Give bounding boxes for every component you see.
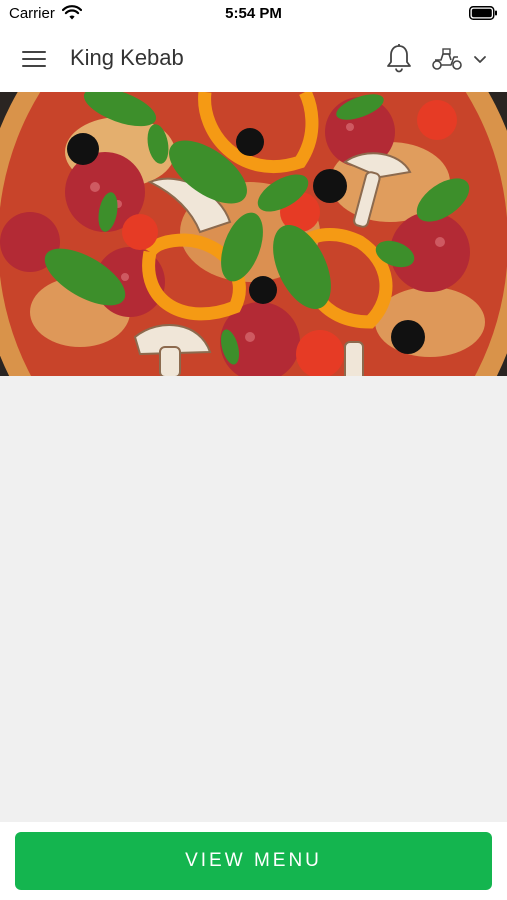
view-menu-button[interactable]: VIEW MENU (15, 832, 492, 890)
hero-pizza-image (0, 92, 507, 376)
app-header: King Kebab (0, 27, 507, 92)
chevron-down-icon[interactable] (472, 52, 488, 66)
bell-icon[interactable] (385, 43, 413, 73)
scooter-icon[interactable] (431, 47, 463, 71)
content-area (0, 376, 507, 822)
status-time: 5:54 PM (225, 5, 282, 22)
status-bar: Carrier 5:54 PM (0, 0, 507, 27)
hamburger-menu-icon[interactable] (22, 48, 48, 70)
battery-icon (469, 6, 497, 20)
page-title: King Kebab (70, 45, 184, 70)
footer-bar: VIEW MENU (0, 822, 507, 900)
pizza-illustration (0, 92, 507, 376)
